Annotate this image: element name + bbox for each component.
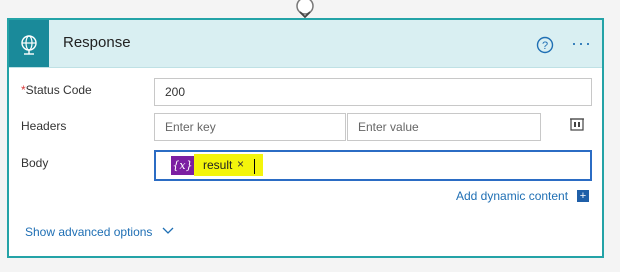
result-token-label[interactable]: result	[203, 158, 232, 172]
svg-text:?: ?	[542, 40, 548, 52]
globe-icon	[9, 20, 49, 67]
action-title: Response	[63, 34, 131, 51]
header-value-input[interactable]: Enter value	[347, 113, 541, 141]
show-advanced-options-link[interactable]: Show advanced options	[25, 225, 152, 239]
header-key-input[interactable]: Enter key	[154, 113, 346, 141]
body-label: Body	[21, 156, 49, 170]
status-code-label: *Status Code	[21, 83, 92, 97]
ellipsis-icon[interactable]: ···	[571, 34, 592, 52]
chevron-down-icon[interactable]	[161, 224, 175, 238]
response-action-card: Response ? ··· *Status Code 200 Headers …	[7, 18, 604, 258]
help-circle-icon[interactable]: ?	[536, 36, 554, 54]
action-header[interactable]: Response ? ···	[9, 20, 602, 68]
status-code-input[interactable]: 200	[154, 78, 592, 106]
body-input[interactable]: {x} result ×	[154, 150, 592, 181]
remove-token-icon[interactable]: ×	[237, 157, 244, 171]
add-dynamic-content-icon[interactable]: +	[577, 190, 589, 202]
expression-token-icon: {x}	[171, 156, 194, 175]
switch-to-text-mode-icon[interactable]	[569, 116, 585, 132]
add-dynamic-content-link[interactable]: Add dynamic content	[456, 189, 568, 203]
headers-label: Headers	[21, 119, 67, 133]
text-caret	[254, 159, 255, 174]
